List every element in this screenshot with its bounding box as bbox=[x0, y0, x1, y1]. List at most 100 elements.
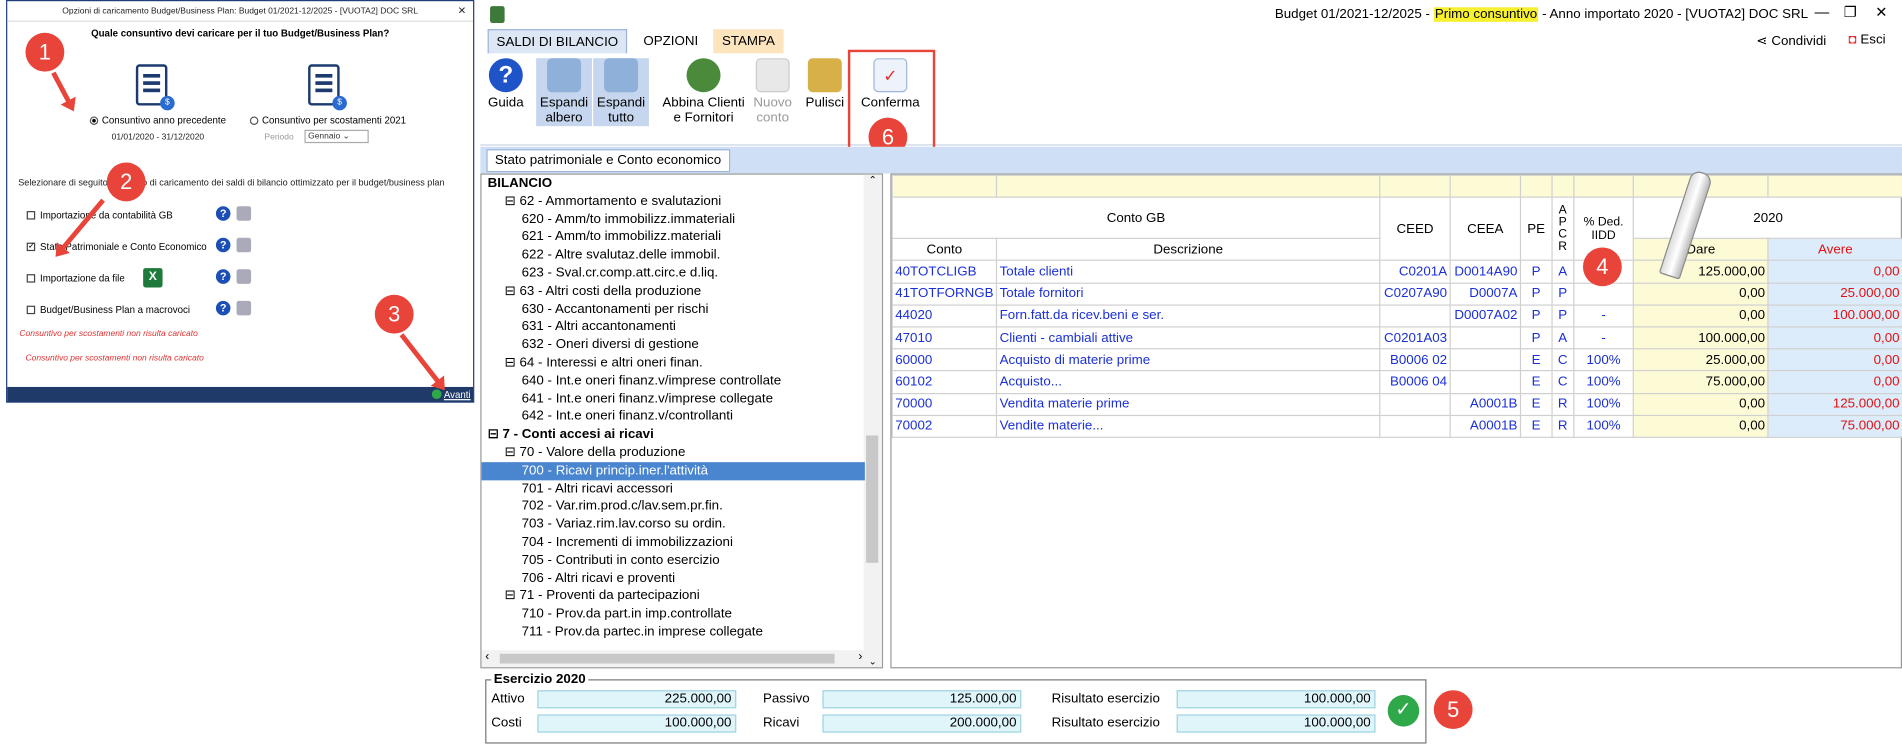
tree-item[interactable]: 705 - Contributi in conto esercizio bbox=[482, 552, 720, 570]
periodo-select[interactable]: Gennaio ⌄ bbox=[304, 129, 369, 144]
checkbox[interactable] bbox=[26, 305, 36, 315]
tree-item[interactable]: 630 - Accantonamenti per rischi bbox=[482, 300, 709, 318]
help-icon[interactable]: ? bbox=[215, 269, 231, 284]
filter-cell[interactable] bbox=[1449, 174, 1522, 198]
cell-ceea[interactable] bbox=[1449, 348, 1522, 372]
close-icon[interactable]: × bbox=[458, 1, 466, 22]
cell-conto[interactable]: 70000 bbox=[891, 392, 998, 416]
cell-desc[interactable]: Totale clienti bbox=[995, 260, 1381, 284]
restore-icon[interactable]: ❐ bbox=[1844, 4, 1857, 21]
radio-dot[interactable] bbox=[89, 116, 99, 125]
tab-stato-patrimoniale[interactable]: Stato patrimoniale e Conto economico bbox=[486, 149, 730, 173]
option-importazione-file[interactable]: Importazione da file bbox=[26, 273, 125, 284]
cell-conto[interactable]: 60000 bbox=[891, 348, 998, 372]
tree-item[interactable]: 621 - Amm/to immobilizz.materiali bbox=[482, 229, 721, 247]
help-icon[interactable]: ? bbox=[215, 206, 231, 221]
cell-ceea[interactable]: D0007A02 bbox=[1449, 304, 1522, 328]
tree-hscrollbar[interactable]: ‹ › bbox=[481, 650, 867, 668]
scroll-down-icon[interactable]: ⌄ bbox=[864, 656, 882, 667]
radio-consuntivo-scostamenti[interactable]: Consuntivo per scostamenti 2021 bbox=[249, 115, 406, 126]
tree-item[interactable]: 641 - Int.e oneri finanz.v/imprese colle… bbox=[482, 390, 773, 408]
cell-avere[interactable]: 100.000,00 bbox=[1767, 304, 1902, 328]
tree-item[interactable]: ⊟ 70 - Valore della produzione bbox=[482, 444, 686, 462]
filter-cell[interactable] bbox=[1572, 174, 1635, 198]
cell-desc[interactable]: Forn.fatt.da ricev.beni e ser. bbox=[995, 304, 1381, 328]
cell-apcr[interactable]: A bbox=[1551, 260, 1575, 284]
table-row[interactable]: 70002 Vendite materie... A0001B E R 100% 0,00 7… bbox=[891, 414, 1902, 438]
abbina-button[interactable]: Abbina Clienti e Fornitori bbox=[657, 58, 749, 125]
filter-cell[interactable] bbox=[891, 174, 998, 198]
cell-ceea[interactable] bbox=[1449, 326, 1522, 350]
radio-dot[interactable] bbox=[249, 116, 259, 125]
help-icon[interactable]: ? bbox=[215, 237, 231, 253]
table-row[interactable]: 60000 Acquisto di materie prime B0006 02 E C… bbox=[891, 348, 1902, 372]
cell-ceed[interactable]: C0207A90 bbox=[1379, 282, 1451, 306]
tree-item[interactable]: BILANCIO bbox=[482, 175, 552, 193]
scroll-left-icon[interactable]: ‹ bbox=[485, 650, 489, 663]
filter-cell[interactable] bbox=[995, 174, 1381, 198]
table-row[interactable]: 47010 Clienti - cambiali attive C0201A03 P A… bbox=[891, 326, 1902, 350]
help-icon[interactable]: ? bbox=[215, 300, 231, 316]
tree-item[interactable]: 632 - Oneri diversi di gestione bbox=[482, 336, 699, 354]
table-row[interactable]: 60102 Acquisto... B0006 04 E C 100% 75.000,00 0… bbox=[891, 370, 1902, 394]
tree-item[interactable]: 702 - Var.rim.prod.c/lav.sem.pr.fin. bbox=[482, 498, 723, 516]
cell-avere[interactable]: 0,00 bbox=[1767, 348, 1902, 372]
cell-dare[interactable]: 0,00 bbox=[1633, 392, 1769, 416]
scroll-up-icon[interactable]: ⌃ bbox=[864, 175, 882, 186]
nuovo-conto-button[interactable]: Nuovo conto bbox=[750, 58, 796, 125]
tree-item[interactable]: 631 - Altri accantonamenti bbox=[482, 318, 676, 336]
tree-item[interactable]: 620 - Amm/to immobilizz.immateriali bbox=[482, 211, 736, 229]
option-contabilita-gb[interactable]: Importazione da contabilità GB bbox=[26, 210, 173, 221]
cell-pe[interactable]: P bbox=[1519, 282, 1553, 306]
cell-ded[interactable]: 100% bbox=[1572, 392, 1635, 416]
cell-dare[interactable]: 100.000,00 bbox=[1633, 326, 1769, 350]
filter-cell[interactable] bbox=[1551, 174, 1575, 198]
cell-ded[interactable]: - bbox=[1572, 326, 1635, 350]
tree-item[interactable]: ⊟ 62 - Ammortamento e svalutazioni bbox=[482, 193, 722, 211]
cell-ded[interactable]: - bbox=[1572, 304, 1635, 328]
tree-item[interactable]: 704 - Incrementi di immobilizzazioni bbox=[482, 534, 733, 552]
cell-pe[interactable]: E bbox=[1519, 392, 1553, 416]
cell-conto[interactable]: 41TOTFORNGB bbox=[891, 282, 998, 306]
cell-avere[interactable]: 0,00 bbox=[1767, 326, 1902, 350]
cell-apcr[interactable]: A bbox=[1551, 326, 1575, 350]
cell-desc[interactable]: Vendita materie prime bbox=[995, 392, 1381, 416]
database-icon[interactable] bbox=[236, 206, 252, 221]
cell-pe[interactable]: E bbox=[1519, 370, 1553, 394]
cell-conto[interactable]: 44020 bbox=[891, 304, 998, 328]
tree-item[interactable]: 710 - Prov.da part.in imp.controllate bbox=[482, 606, 732, 624]
cell-conto[interactable]: 70002 bbox=[891, 414, 998, 438]
cell-ded[interactable]: 100% bbox=[1572, 414, 1635, 438]
cell-apcr[interactable]: C bbox=[1551, 348, 1575, 372]
filter-cell[interactable] bbox=[1767, 174, 1902, 198]
cell-pe[interactable]: E bbox=[1519, 414, 1553, 438]
tab-saldi-di-bilancio[interactable]: SALDI DI BILANCIO bbox=[487, 29, 628, 54]
database-icon[interactable] bbox=[236, 237, 252, 253]
filter-row[interactable] bbox=[891, 174, 1902, 198]
cell-desc[interactable]: Acquisto... bbox=[995, 370, 1381, 394]
close-icon[interactable]: ✕ bbox=[1875, 4, 1887, 21]
minimize-icon[interactable]: — bbox=[1815, 4, 1830, 21]
cell-ceea[interactable]: D0007A bbox=[1449, 282, 1522, 306]
cell-avere[interactable]: 25.000,00 bbox=[1767, 282, 1902, 306]
tree-item[interactable]: ⊟ 7 - Conti accesi ai ricavi bbox=[482, 426, 654, 444]
database-icon[interactable] bbox=[236, 269, 252, 284]
tree-item[interactable]: ⊟ 63 - Altri costi della produzione bbox=[482, 282, 702, 300]
cell-dare[interactable]: 0,00 bbox=[1633, 414, 1769, 438]
tree-item[interactable]: 703 - Variaz.rim.lav.corso su ordin. bbox=[482, 516, 726, 534]
cell-pe[interactable]: P bbox=[1519, 260, 1553, 284]
filter-cell[interactable] bbox=[1519, 174, 1553, 198]
cell-pe[interactable]: E bbox=[1519, 348, 1553, 372]
filter-cell[interactable] bbox=[1379, 174, 1451, 198]
cell-ceed[interactable] bbox=[1379, 414, 1451, 438]
tree-item[interactable]: 711 - Prov.da partec.in imprese collegat… bbox=[482, 623, 763, 641]
cell-dare[interactable]: 25.000,00 bbox=[1633, 348, 1769, 372]
cell-conto[interactable]: 60102 bbox=[891, 370, 998, 394]
tree-item[interactable]: ⊟ 64 - Interessi e altri oneri finan. bbox=[482, 354, 703, 372]
tree-item[interactable]: 706 - Altri ricavi e proventi bbox=[482, 570, 676, 588]
tab-stampa[interactable]: STAMPA bbox=[713, 29, 784, 54]
table-row[interactable]: 40TOTCLIGB Totale clienti C0201A D0014A90 P A… bbox=[891, 260, 1902, 284]
cell-conto[interactable]: 47010 bbox=[891, 326, 998, 350]
cell-apcr[interactable]: P bbox=[1551, 282, 1575, 306]
option-macrovoci[interactable]: Budget/Business Plan a macrovoci bbox=[26, 304, 190, 315]
